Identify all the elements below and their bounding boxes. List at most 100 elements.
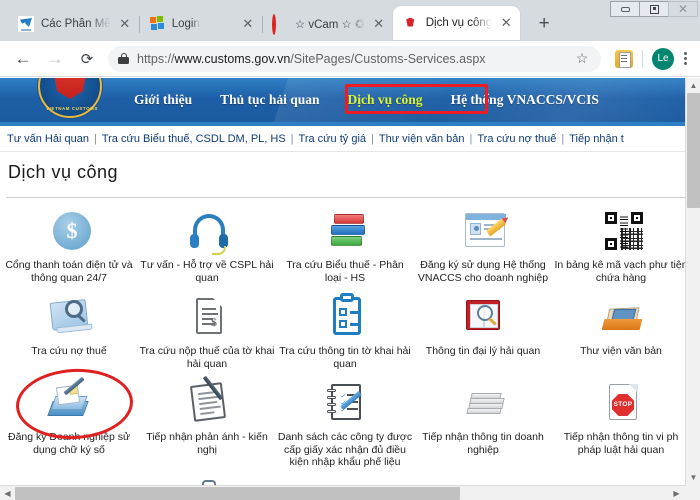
note-pen-icon	[179, 375, 235, 426]
horizontal-scrollbar-thumb[interactable]	[15, 487, 460, 500]
tab-strip-background: ✕ Các Phần Mề ✕ Login ✕ ☆ vCam ☆ ✪ ✕ Dịc…	[0, 0, 700, 41]
tab-list: Các Phần Mề ✕ Login ✕ ☆ vCam ☆ ✪ ✕ Dịch …	[8, 6, 558, 40]
service-item-tra-cuu-bieu-thue[interactable]: Tra cứu Biểu thuế - Phân loại - HS	[276, 206, 414, 286]
service-label: Danh sách các công ty được cấp giấy xác …	[277, 431, 413, 468]
sign-book-pen-icon	[41, 376, 97, 426]
reload-icon[interactable]: ⟳	[74, 46, 100, 72]
scroll-up-icon[interactable]: ▲	[686, 78, 700, 93]
service-label: Tra cứu nợ thuế	[31, 345, 107, 357]
browser-tab-1[interactable]: Các Phần Mề ✕	[8, 8, 140, 40]
service-item-tra-cuu-nop-thue[interactable]: $ Tra cứu nộp thuế của tờ khai hải quan	[138, 292, 276, 372]
service-item-tiep-nhan-phan-anh[interactable]: Tiếp nhận phản ánh - kiến nghị	[138, 375, 276, 471]
browser-tab-4-active[interactable]: Dịch vụ công ✕	[392, 6, 521, 40]
nav-item-gioi-thieu[interactable]: Giới thiệu	[120, 92, 206, 108]
page-title: Dịch vụ công	[8, 162, 119, 182]
scroll-right-icon[interactable]: ▶	[669, 486, 684, 500]
nav-item-dich-vu-cong[interactable]: Dịch vụ công	[334, 92, 437, 108]
browser-toolbar: ← → ⟳ https://www.customs.gov.vn/SitePag…	[0, 41, 700, 77]
emblem-star-left-icon: ★	[46, 78, 53, 79]
main-navigation: Giới thiệu Thủ tục hải quan Dịch vụ công…	[120, 78, 613, 122]
spiral-checklist-icon: ✓✓✓	[317, 382, 373, 426]
url-host: www.customs.gov.vn	[174, 51, 291, 66]
nav-item-thu-tuc-hai-quan[interactable]: Thủ tục hải quan	[206, 92, 333, 108]
book-magnifier-icon	[41, 296, 97, 340]
paper-stack-icon	[455, 382, 511, 426]
service-label: Tiếp nhận phản ánh - kiến nghị	[146, 431, 268, 456]
service-item-tra-cuu-no-thue[interactable]: Tra cứu nợ thuế	[0, 292, 138, 372]
subnav-item-tu-van-hai-quan[interactable]: Tư vấn Hải quan	[2, 133, 94, 145]
tab-title: Login	[171, 18, 200, 30]
scroll-left-icon[interactable]: ◀	[0, 486, 15, 500]
new-tab-button[interactable]: +	[530, 10, 558, 38]
forward-icon[interactable]: →	[42, 46, 68, 72]
address-bar[interactable]: https://www.customs.gov.vn/SitePages/Cus…	[108, 45, 601, 72]
scroll-down-icon[interactable]: ▼	[686, 470, 700, 485]
maximize-button[interactable]	[639, 1, 669, 17]
page-viewport: ★ ★ VIETNAM CUSTOMS Giới thiệu Thủ tục h…	[0, 78, 700, 500]
bookmark-star-icon[interactable]: ☆	[571, 50, 593, 67]
browser-tab-2[interactable]: Login ✕	[139, 8, 263, 40]
vertical-scrollbar[interactable]: ▲ ▼	[685, 78, 700, 485]
emblem-star-right-icon: ★	[87, 78, 94, 79]
tax-document-icon: $	[179, 296, 235, 340]
tab-title: Dịch vụ công	[425, 17, 493, 29]
subnav-item-tiep-nhan[interactable]: Tiếp nhận t	[564, 133, 629, 145]
service-item-tiep-nhan-thong-tin-dn[interactable]: Tiếp nhận thông tin doanh nghiệp	[414, 378, 552, 471]
subnav-item-thu-vien-van-ban[interactable]: Thư viện văn bản	[374, 133, 470, 145]
extension-icon[interactable]	[615, 49, 633, 68]
subnav-item-tra-cuu-bieu-thue[interactable]: Tra cứu Biểu thuế, CSDL DM, PL, HS	[97, 133, 291, 145]
services-row: Đăng ký Doanh nghiệp sử dụng chữ ký số T…	[0, 375, 690, 471]
close-icon: ✕	[677, 2, 689, 16]
tab-close-button[interactable]: ✕	[371, 16, 387, 32]
service-item-thong-tin-dai-ly[interactable]: Thông tin đại lý hải quan	[414, 292, 552, 372]
horizontal-scrollbar[interactable]: ◀ ▶	[0, 485, 700, 500]
nav-item-he-thong-vnaccs-vcis[interactable]: Hệ thống VNACCS/VCIS	[437, 92, 613, 108]
vertical-scrollbar-thumb[interactable]	[687, 93, 700, 208]
tab-close-button[interactable]: ✕	[240, 16, 256, 32]
subnav-item-tra-cuu-no-thue[interactable]: Tra cứu nợ thuế	[472, 133, 561, 145]
back-icon[interactable]: ←	[10, 46, 36, 72]
window-controls: ✕	[610, 1, 698, 17]
service-item-cong-thanh-toan[interactable]: Cổng thanh toán điện tử và thông quan 24…	[0, 206, 138, 286]
service-label: Tiếp nhận thông tin vi ph pháp luật hải …	[563, 431, 679, 456]
services-row: Cổng thanh toán điện tử và thông quan 24…	[0, 206, 690, 286]
subnav-item-tra-cuu-ty-gia[interactable]: Tra cứu tỷ giá	[294, 133, 371, 145]
url-path: /SitePages/Customs-Services.aspx	[290, 51, 486, 66]
service-item-thu-vien-van-ban[interactable]: Thư viện văn bản	[552, 292, 690, 372]
file-tray-icon	[593, 296, 649, 340]
maximize-icon	[649, 4, 659, 14]
service-item-danh-sach-cong-ty[interactable]: ✓✓✓ Danh sách các công ty được cấp giấy …	[276, 378, 414, 471]
close-window-button[interactable]: ✕	[668, 1, 698, 17]
service-item-in-bang-ke-ma-vach[interactable]: In bảng kê mã vạch phư tiện chứa hàng	[552, 206, 690, 286]
service-item-tu-van-ho-tro[interactable]: Tư vấn - Hỗ trợ về CSPL hải quan	[138, 206, 276, 286]
emblem-shield-icon	[53, 78, 87, 99]
emblem-text: VIETNAM CUSTOMS	[46, 106, 98, 111]
browser-menu-icon[interactable]	[674, 50, 696, 67]
headset-icon	[179, 210, 235, 255]
toolbar-divider	[642, 49, 643, 68]
service-item-tra-cuu-to-khai[interactable]: Tra cứu thông tin tờ khai hải quan	[276, 292, 414, 372]
stop-sign-document-icon: STOP	[593, 382, 649, 426]
scrollbar-corner	[685, 485, 700, 500]
browser-tab-3[interactable]: ☆ vCam ☆ ✪ ✕	[262, 8, 394, 40]
service-label: Đăng ký Doanh nghiệp sử dụng chữ ký số	[7, 431, 131, 456]
service-label: Thông tin đại lý hải quan	[425, 345, 541, 357]
dollar-coin-icon	[41, 210, 97, 254]
tab-close-button[interactable]: ✕	[117, 16, 133, 32]
service-label: Tra cứu thông tin tờ khai hải quan	[279, 345, 411, 370]
avatar[interactable]: Le	[652, 47, 674, 70]
microsoft-icon	[149, 16, 165, 32]
service-label: Tra cứu Biểu thuế - Phân loại - HS	[286, 259, 404, 284]
service-item-dang-ky-chu-ky-so[interactable]: Đăng ký Doanh nghiệp sử dụng chữ ký số	[0, 376, 138, 471]
tab-close-button[interactable]: ✕	[498, 15, 514, 31]
service-item-tiep-nhan-vi-pham[interactable]: STOP Tiếp nhận thông tin vi ph pháp luật…	[552, 378, 690, 471]
url-text: https://www.customs.gov.vn/SitePages/Cus…	[137, 52, 571, 66]
tab-title: ☆ vCam ☆ ✪	[294, 19, 365, 31]
clipboard-checklist-icon	[317, 293, 373, 340]
record-icon	[271, 14, 288, 35]
books-icon	[317, 210, 373, 254]
qr-code-icon	[593, 210, 649, 254]
browser-window: ✕ Các Phần Mề ✕ Login ✕ ☆ vCam ☆ ✪ ✕ Dịc…	[0, 0, 700, 500]
minimize-button[interactable]	[610, 1, 640, 17]
service-item-dang-ky-vnaccs[interactable]: Đăng ký sử dụng Hệ thống VNACCS cho doan…	[414, 206, 552, 286]
